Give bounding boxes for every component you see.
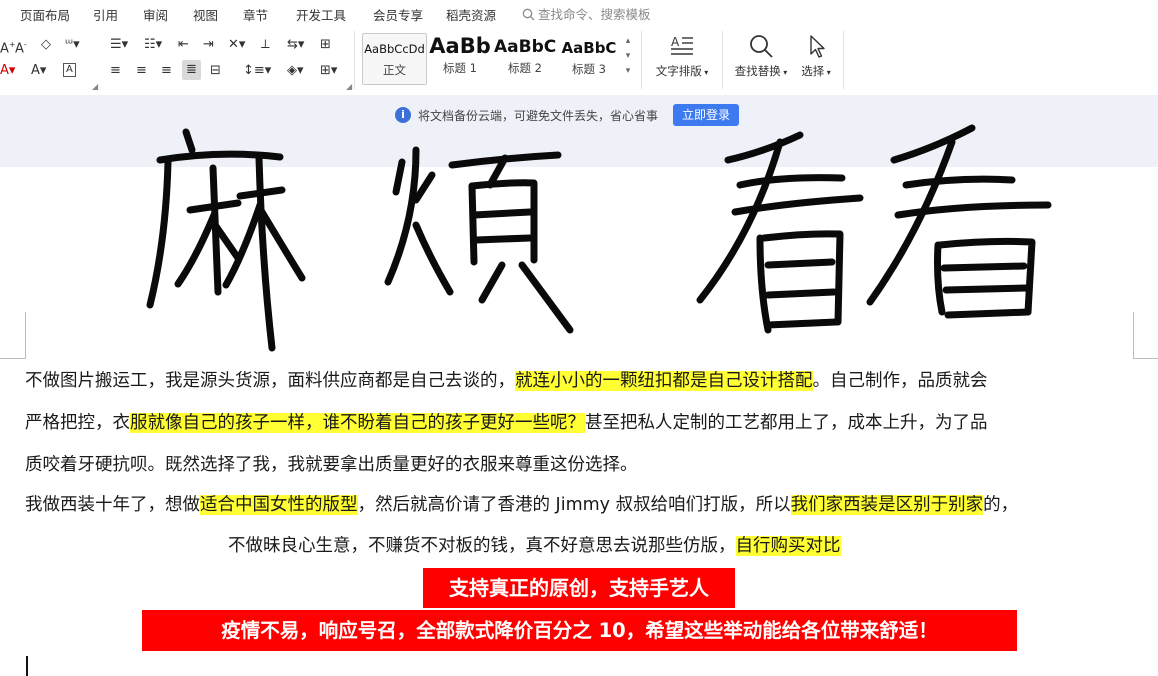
style-heading-1-sample: AaBb (429, 34, 491, 58)
text-direction-icon[interactable]: ⟂ (261, 37, 270, 53)
handwriting-annotation (146, 124, 1052, 352)
crop-mark-left (0, 358, 26, 359)
text-run: ，然后就高价请了香港的 Jimmy 叔叔给咱们打版，所以 (357, 495, 791, 515)
text-caret (26, 656, 28, 676)
menu-view[interactable]: 视图 (193, 5, 218, 24)
align-left-icon[interactable]: ≡ (110, 63, 121, 79)
command-search[interactable]: 查找命令、搜索模板 (522, 4, 651, 23)
crop-mark-right (1133, 358, 1158, 359)
text-layout-label: 文字排版 (655, 64, 702, 78)
text-run: 我做西装十年了，想做 (25, 495, 200, 515)
phonetic-icon[interactable]: ᵚ▾ (65, 37, 80, 53)
menu-page-layout[interactable]: 页面布局 (20, 5, 70, 24)
ribbon-divider (354, 31, 355, 89)
ribbon-divider (843, 31, 844, 89)
decrease-indent-icon[interactable]: ⇤ (178, 37, 189, 53)
menu-review[interactable]: 审阅 (143, 5, 168, 24)
font-color-icon[interactable]: A▾ (0, 63, 15, 79)
char-border-icon[interactable]: A (63, 63, 76, 77)
scroll-down-icon[interactable]: ▾ (621, 49, 635, 64)
text-layout-button[interactable]: A 文字排版 ▾ (650, 33, 714, 79)
find-replace-button[interactable]: 查找替换 ▾ (730, 33, 792, 79)
show-marks-icon[interactable]: ⊞ (320, 37, 331, 53)
style-gallery: AaBbCcDd 正文 AaBb 标题 1 AaBbC 标题 2 AaBbC 标… (360, 33, 637, 85)
style-heading-2-caption: 标题 2 (508, 61, 542, 75)
ribbon-divider (641, 31, 642, 89)
style-normal[interactable]: AaBbCcDd 正文 (362, 33, 427, 85)
highlighted-text: 自行购买对比 (735, 536, 841, 556)
menu-member[interactable]: 会员专享 (373, 5, 423, 24)
text-layout-icon: A (671, 35, 693, 55)
chinese-layout-icon[interactable]: ✕▾ (228, 37, 245, 53)
paragraph-line-1: 不做图片搬运工，我是源头货源，面料供应商都是自己去谈的，就连小小的一颗纽扣都是自… (25, 368, 988, 394)
distributed-icon[interactable]: ⊟ (210, 63, 221, 79)
highlighted-text: 我们家西装是区别于别家 (790, 495, 984, 515)
shading-icon[interactable]: ◈▾ (287, 63, 304, 79)
paragraph-line-4: 我做西装十年了，想做适合中国女性的版型，然后就高价请了香港的 Jimmy 叔叔给… (25, 492, 1018, 518)
align-center-icon[interactable]: ≡ (136, 63, 147, 79)
style-heading-3[interactable]: AaBbC 标题 3 (559, 33, 619, 83)
menu-chapter[interactable]: 章节 (243, 5, 268, 24)
text-run: 不做昧良心生意，不赚货不对板的钱，真不好意思去说那些仿版， (228, 536, 736, 556)
font-dialog-launcher-icon[interactable]: ◢ (92, 82, 98, 91)
style-heading-2[interactable]: AaBbC 标题 2 (494, 33, 556, 83)
ribbon-divider (722, 31, 723, 89)
bullet-list-icon[interactable]: ☰▾ (110, 37, 128, 53)
select-label: 选择 (801, 64, 825, 78)
grow-font-icon[interactable]: A+ (0, 37, 16, 57)
highlighted-text: 服就像自己的孩子一样，谁不盼着自己的孩子更好一些呢？ (130, 413, 585, 433)
svg-text:A: A (671, 35, 680, 49)
style-heading-3-sample: AaBbC (561, 39, 617, 57)
menu-references[interactable]: 引用 (93, 5, 118, 24)
paragraph-dialog-launcher-icon[interactable]: ◢ (346, 82, 352, 91)
style-normal-sample: AaBbCcDd (364, 42, 425, 56)
increase-indent-icon[interactable]: ⇥ (203, 37, 214, 53)
red-banner-original: 支持真正的原创，支持手艺人 (423, 568, 735, 608)
style-heading-1-caption: 标题 1 (443, 61, 477, 75)
line-spacing-icon[interactable]: ↕≡▾ (243, 63, 271, 79)
select-button[interactable]: 选择 ▾ (796, 33, 836, 79)
style-heading-2-sample: AaBbC (494, 37, 556, 57)
style-heading-1[interactable]: AaBb 标题 1 (428, 33, 492, 83)
highlight-color-icon[interactable]: A▾ (31, 63, 46, 79)
expand-gallery-icon[interactable]: ▾ (621, 64, 635, 79)
style-gallery-scroll[interactable]: ▴ ▾ ▾ (621, 34, 635, 80)
paragraph-line-2: 严格把控，衣服就像自己的孩子一样，谁不盼着自己的孩子更好一些呢？甚至把私人定制的… (25, 410, 988, 436)
align-right-icon[interactable]: ≡ (161, 63, 172, 79)
magnifier-icon (750, 35, 773, 58)
text-run: 严格把控，衣 (25, 413, 130, 433)
justify-icon[interactable]: ≣ (182, 60, 201, 80)
find-replace-label: 查找替换 (734, 64, 781, 78)
search-icon (522, 8, 535, 21)
borders-icon[interactable]: ⊞▾ (320, 63, 337, 79)
cursor-arrow-icon (810, 35, 825, 58)
red-banner-discount: 疫情不易，响应号召，全部款式降价百分之 10，希望这些举动能给各位带来舒适！ (142, 610, 1017, 651)
text-run: 甚至把私人定制的工艺都用上了，成本上升，为了品 (585, 413, 988, 433)
style-normal-caption: 正文 (383, 63, 406, 77)
ribbon-toolbar: A+ A- ◇ ᵚ▾ A▾ A▾ A ◢ ☰▾ ☷▾ ⇤ ⇥ ✕▾ ⟂ ⇆▾ ⊞… (0, 25, 1158, 95)
menu-docer-resources[interactable]: 稻壳资源 (446, 5, 496, 24)
paragraph-line-3: 质咬着牙硬抗呗。既然选择了我，我就要拿出质量更好的衣服来尊重这份选择。 (25, 455, 638, 475)
style-heading-3-caption: 标题 3 (572, 62, 606, 76)
paragraph-line-5: 不做昧良心生意，不赚货不对板的钱，真不好意思去说那些仿版，自行购买对比 (228, 533, 841, 559)
text-run: 不做图片搬运工，我是源头货源，面料供应商都是自己去谈的， (25, 371, 515, 391)
clear-format-icon[interactable]: ◇ (41, 37, 51, 53)
highlighted-text: 适合中国女性的版型 (200, 495, 358, 515)
command-search-placeholder: 查找命令、搜索模板 (538, 7, 651, 22)
sort-icon[interactable]: ⇆▾ (287, 37, 304, 53)
menu-bar: 页面布局 引用 审阅 视图 章节 开发工具 会员专享 稻壳资源 查找命令、搜索模… (0, 0, 1158, 25)
menu-developer-tools[interactable]: 开发工具 (296, 5, 346, 24)
shrink-font-icon[interactable]: A- (15, 37, 27, 57)
numbered-list-icon[interactable]: ☷▾ (144, 37, 162, 53)
text-run: 。自己制作，品质就会 (812, 371, 988, 391)
text-run: 的， (983, 495, 1019, 515)
highlighted-text: 就连小小的一颗纽扣都是自己设计搭配 (515, 371, 813, 391)
scroll-up-icon[interactable]: ▴ (621, 34, 635, 49)
